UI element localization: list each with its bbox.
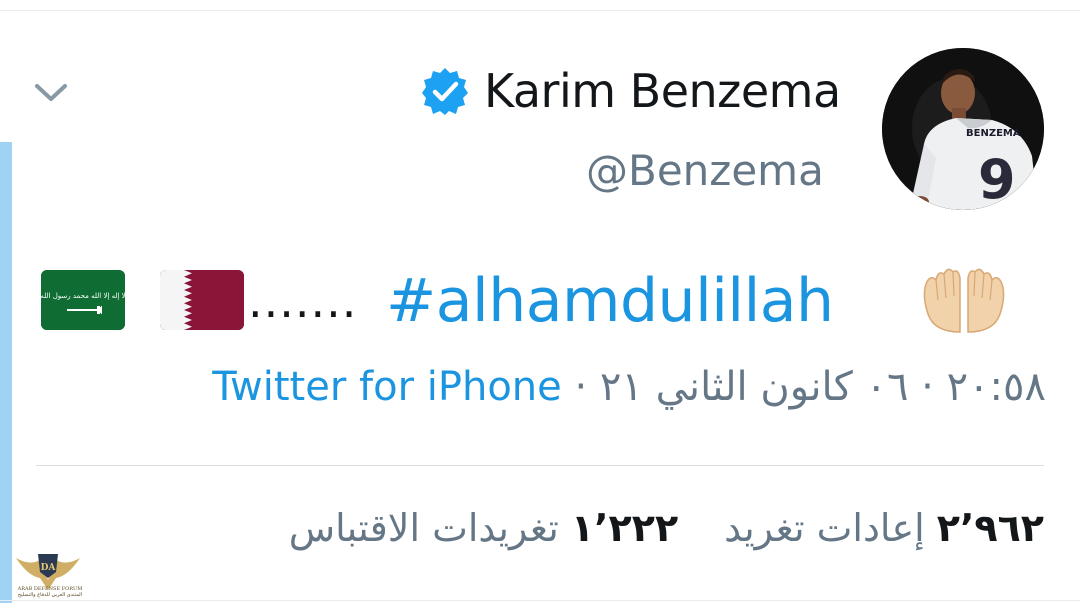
retweets-stat[interactable]: ٢٬٩٦٢ إعادات تغريد [724,506,1044,550]
tweet-source-link[interactable]: Twitter for iPhone [212,364,562,410]
hashtag-link[interactable]: #alhamdulillah [386,266,834,336]
avatar-jersey-number: 9 [978,148,1016,210]
avatar[interactable]: BENZEMA 9 [882,48,1044,210]
watermark-logo-letters: DA [41,563,57,573]
qatar-flag-icon [160,270,244,330]
verified-badge-icon [422,68,468,115]
bottom-divider [0,600,1080,601]
avatar-jersey-text: BENZEMA [966,128,1021,139]
watermark-caption: ARAB DEFENSE FORUM المنتدى العربي للدفاع… [10,586,90,598]
retweets-label: إعادات تغريد [724,506,925,550]
tweet-date[interactable]: ٠٦ كانون الثاني ٢١ [600,364,909,410]
meta-separator: · [574,364,588,410]
quotes-label: تغريدات الاقتباس [288,506,559,550]
folded-hands-icon [923,268,1005,333]
watermark-line2: المنتدى العربي للدفاع والتسليح [17,592,83,598]
author-display-name[interactable]: Karim Benzema [484,64,841,118]
quotes-count: ١٬٢٢٢ [570,506,679,550]
saudi-arabia-flag-icon: لا إله إلا الله محمد رسول الله [41,270,125,330]
retweets-count: ٢٬٩٦٢ [936,506,1044,550]
thread-connector-line [0,142,12,603]
tweet-time[interactable]: ٢٠:٥٨ [947,364,1046,410]
tweet-stats: ٢٬٩٦٢ إعادات تغريد ١٬٢٢٢ تغريدات الاقتباس [289,506,1044,550]
flag-shahada-text: لا إله إلا الله محمد رسول الله [41,292,125,300]
meta-separator: · [921,364,934,410]
top-divider [0,10,1080,11]
author-handle[interactable]: @Benzema [586,146,824,195]
chevron-down-icon[interactable] [34,80,68,106]
avatar-photo: BENZEMA 9 [882,48,1044,210]
quotes-stat[interactable]: ١٬٢٢٢ تغريدات الاقتباس [289,506,678,550]
tweet-meta: ٢٠:٥٨ · ٠٦ كانون الثاني ٢١ · Twitter for… [212,364,1046,410]
stats-divider [36,465,1044,466]
tweet-ellipsis: ....... [248,274,358,328]
